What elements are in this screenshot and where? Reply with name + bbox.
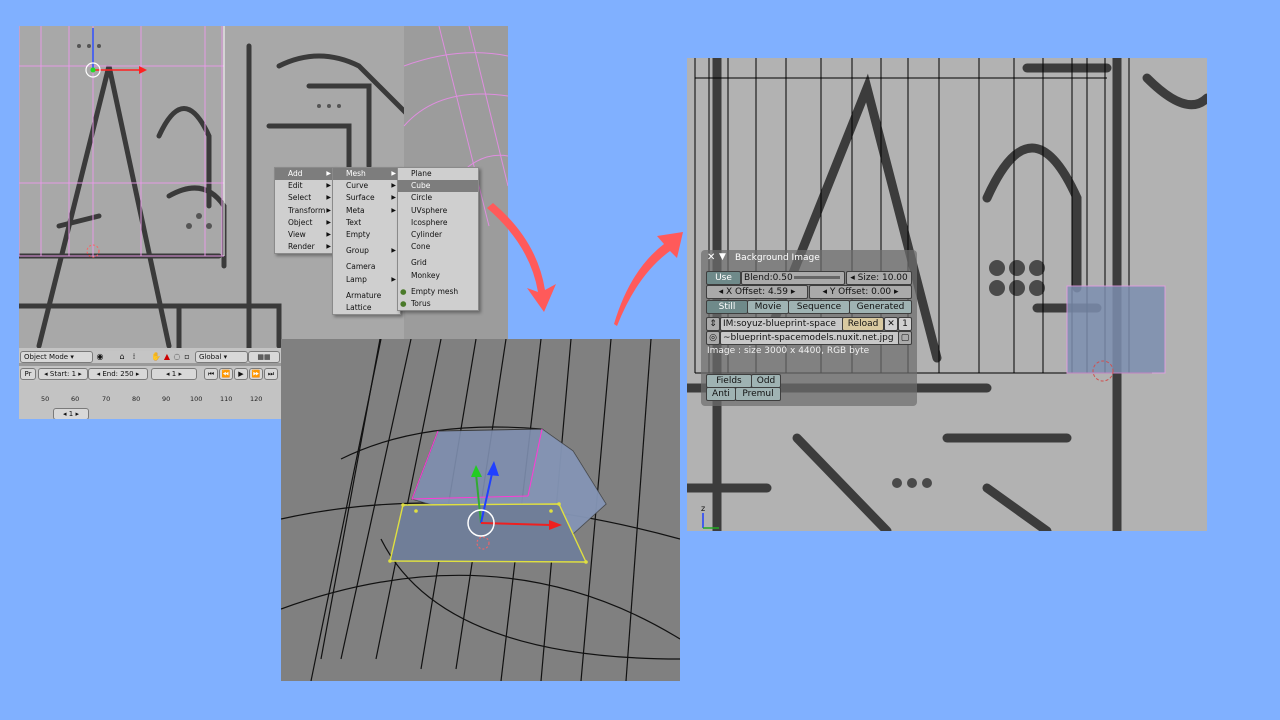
flow-arrows	[487, 203, 683, 326]
curved-arrow-up-icon	[614, 232, 683, 326]
curved-arrow-down-icon	[487, 203, 556, 312]
